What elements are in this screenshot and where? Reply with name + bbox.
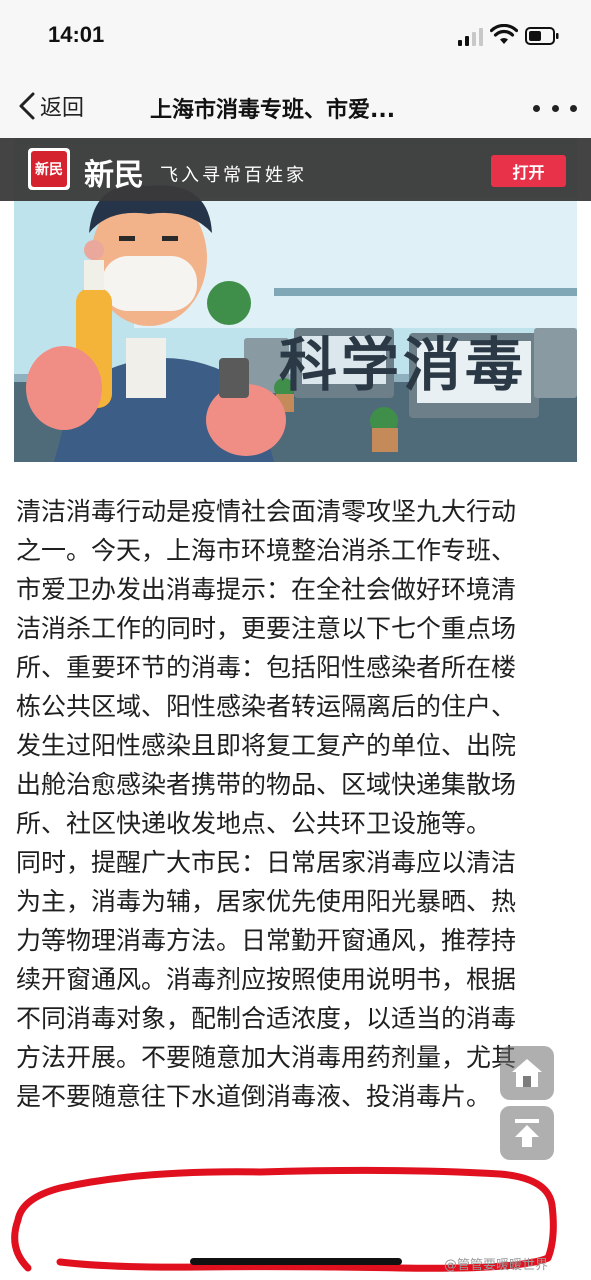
article-line: 同时，提醒广大市民：日常居家消毒应以清洁 <box>16 848 517 877</box>
article-line: 是不要随意往下水道倒消毒液、投消毒片。 <box>16 1082 492 1111</box>
article-line: 所、社区快递收发地点、公共环卫设施等。 <box>16 809 492 838</box>
page-title: 上海市消毒专班、市爱... <box>150 98 396 123</box>
article-line: 清洁消毒行动是疫情社会面清零攻坚九大行动 <box>16 497 517 526</box>
article-line: 所、重要环节的消毒：包括阳性感染者所在楼 <box>16 653 517 682</box>
more-dot-icon <box>551 104 559 112</box>
article-line: 方法开展。不要随意加大消毒用药剂量，尤其 <box>16 1043 517 1072</box>
app-download-banner[interactable]: 新民 新民 飞入寻常百姓家 打开 <box>0 138 591 201</box>
open-app-button[interactable]: 打开 <box>491 155 566 187</box>
status-time: 14:01 <box>48 22 105 47</box>
article-line: 出舱治愈感染者携带的物品、区域快递集散场 <box>16 770 517 799</box>
arrow-up-icon <box>515 1119 539 1147</box>
article-body: 清洁消毒行动是疫情社会面清零攻坚九大行动 之一。今天，上海市环境整治消杀工作专班… <box>16 492 566 1116</box>
article-line: 市爱卫办发出消毒提示：在全社会做好环境清 <box>16 575 517 604</box>
article-line: 洁消杀工作的同时，更要注意以下七个重点场 <box>16 614 517 643</box>
back-to-top-button[interactable] <box>500 1106 554 1160</box>
cellular-signal-icon <box>458 28 484 46</box>
battery-icon <box>525 27 559 45</box>
article-line: 发生过阳性感染且即将复工复产的单位、出院 <box>16 731 517 760</box>
back-label: 返回 <box>40 96 85 121</box>
app-logo-text: 新民 <box>31 151 67 187</box>
more-options-button[interactable] <box>533 100 577 116</box>
article-line: 不同消毒对象，配制合适浓度，以适当的消毒 <box>16 1004 517 1033</box>
article-line: 力等物理消毒方法。日常勤开窗通风，推荐持 <box>16 926 517 955</box>
more-dot-icon <box>570 104 577 112</box>
watermark: @管管要暖暖世界 <box>444 1258 549 1273</box>
app-logo: 新民 <box>28 148 70 190</box>
home-button[interactable] <box>500 1046 554 1100</box>
app-slogan: 飞入寻常百姓家 <box>160 165 307 186</box>
article-paragraph-2: 同时，提醒广大市民：日常居家消毒应以清洁 为主，消毒为辅，居家优先使用阳光暴晒、… <box>16 843 566 1116</box>
hero-headline: 科学消毒 <box>279 331 528 399</box>
chevron-left-icon <box>19 92 35 120</box>
status-bar: 14:01 <box>0 0 591 76</box>
app-name: 新民 <box>84 158 144 193</box>
article-line: 续开窗通风。消毒剂应按照使用说明书，根据 <box>16 965 517 994</box>
article-line: 之一。今天，上海市环境整治消杀工作专班、 <box>16 536 517 565</box>
nav-bar: 返回 上海市消毒专班、市爱... <box>0 76 591 138</box>
article-line: 栋公共区域、阳性感染者转运隔离后的住户、 <box>16 692 517 721</box>
article-line: 为主，消毒为辅，居家优先使用阳光暴晒、热 <box>16 887 517 916</box>
back-button[interactable]: 返回 <box>16 88 84 124</box>
home-indicator[interactable] <box>190 1258 402 1265</box>
wifi-icon <box>490 24 518 44</box>
more-dot-icon <box>533 104 540 112</box>
home-icon <box>512 1059 542 1087</box>
article-paragraph-1: 清洁消毒行动是疫情社会面清零攻坚九大行动 之一。今天，上海市环境整治消杀工作专班… <box>16 492 566 843</box>
